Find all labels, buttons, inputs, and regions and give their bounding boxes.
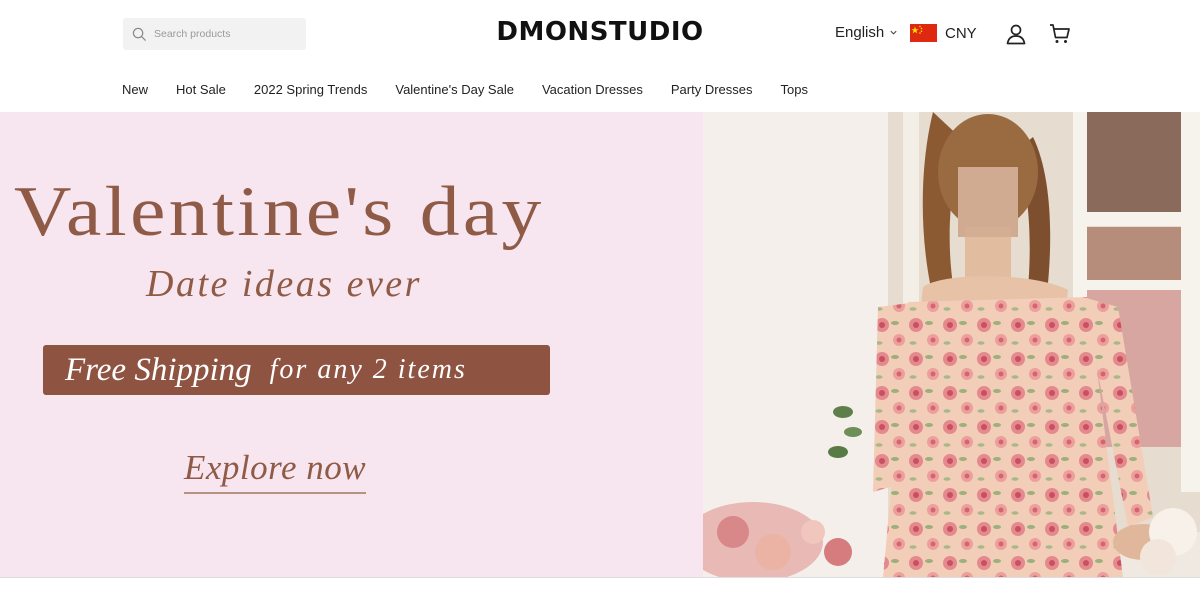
search-bar[interactable] [123, 18, 306, 50]
nav-item-hot-sale[interactable]: Hot Sale [176, 82, 226, 97]
free-shipping-badge: Free Shipping for any 2 items [43, 345, 550, 395]
shipping-main-text: Free Shipping [65, 351, 252, 388]
nav-item-spring-trends[interactable]: 2022 Spring Trends [254, 82, 367, 97]
model-photo-image [703, 112, 1200, 578]
china-flag-icon [910, 24, 937, 42]
nav-item-party-dresses[interactable]: Party Dresses [671, 82, 753, 97]
brand-logo[interactable]: DMONSTUDIO [470, 17, 730, 47]
site-header: DMONSTUDIO English CNY [0, 0, 1200, 112]
cart-button[interactable] [1048, 22, 1072, 46]
nav-item-valentines-sale[interactable]: Valentine's Day Sale [395, 82, 514, 97]
banner-model-photo [703, 112, 1200, 578]
divider [0, 577, 1200, 578]
main-nav: New Hot Sale 2022 Spring Trends Valentin… [122, 82, 836, 97]
language-selector[interactable]: English [835, 24, 898, 41]
currency-selector[interactable]: CNY [910, 24, 977, 42]
language-label: English [835, 24, 885, 41]
banner-headline: Valentine's day [14, 173, 545, 251]
shipping-condition-text: for any 2 items [269, 354, 467, 385]
cart-icon [1050, 24, 1070, 43]
banner-subline: Date ideas ever [146, 263, 422, 305]
nav-item-vacation-dresses[interactable]: Vacation Dresses [542, 82, 643, 97]
currency-label: CNY [945, 24, 977, 42]
user-icon [1006, 24, 1026, 45]
account-button[interactable] [1004, 22, 1028, 46]
search-icon [132, 27, 147, 41]
explore-now-link[interactable]: Explore now [184, 448, 367, 494]
chevron-down-icon [890, 30, 897, 35]
nav-item-new[interactable]: New [122, 82, 148, 97]
search-input[interactable] [154, 28, 304, 40]
banner-text-panel: Valentine's day Date ideas ever Free Shi… [0, 112, 703, 578]
nav-item-tops[interactable]: Tops [781, 82, 808, 97]
hero-banner[interactable]: Valentine's day Date ideas ever Free Shi… [0, 112, 1200, 578]
